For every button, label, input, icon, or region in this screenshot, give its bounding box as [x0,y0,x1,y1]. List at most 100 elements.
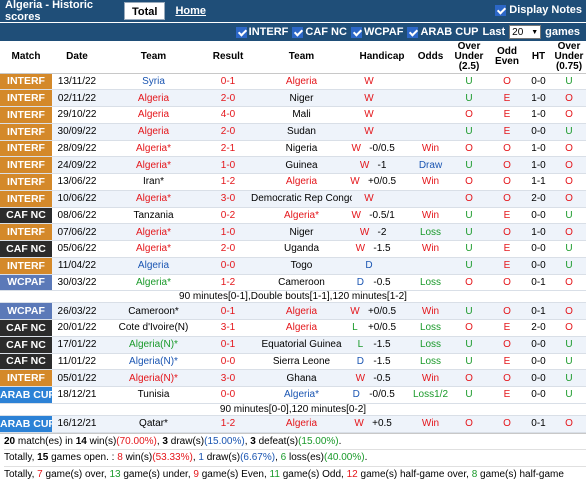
away-team[interactable]: Algeria* [251,386,352,404]
summary-segment: 12 [346,468,358,480]
away-team[interactable]: Togo [251,257,352,275]
half-time-score: 0-0 [525,386,552,404]
table-row[interactable]: INTERF 28/09/22 Algeria* 2-1 Nigeria W -0/0.5 W… [0,140,586,158]
match-score[interactable]: 3-0 [205,369,251,387]
home-team[interactable]: Cameroon* [102,302,205,320]
table-row[interactable]: INTERF 13/06/22 Iran* 1-2 Algeria W +0/0.5 Win O… [0,173,586,191]
table-row[interactable]: CAF NC 11/01/22 Algeria(N)* 0-0 Sierra Leone… [0,353,586,371]
filter-checkbox[interactable] [407,26,419,38]
match-score[interactable]: 0-0 [205,353,251,371]
match-score[interactable]: 2-0 [205,123,251,141]
home-team[interactable]: Iran* [102,173,205,191]
table-row[interactable]: INTERF 10/06/22 Algeria* 3-0 Democratic Rep … [0,190,586,208]
away-team[interactable]: Algeria [251,302,352,320]
match-score[interactable]: 1-0 [205,156,251,174]
table-row[interactable]: INTERF 11/04/22 Algeria 0-0 Togo D U E 0-0 U [0,257,586,275]
away-team[interactable]: Niger [251,223,352,241]
table-row[interactable]: ARAB CUP 16/12/21 Qatar* 1-2 Algeria W +0.5 Win… [0,415,586,433]
home-team[interactable]: Cote d'Ivoire(N) [102,319,205,337]
match-score[interactable]: 1-2 [205,415,251,433]
home-team[interactable]: Tunisia [102,386,205,404]
away-team[interactable]: Cameroon [251,274,352,292]
filter-wcpaf[interactable]: WCPAF [350,26,403,38]
away-team[interactable]: Sudan [251,123,352,141]
home-team[interactable]: Algeria* [102,240,205,258]
match-score[interactable]: 2-0 [205,240,251,258]
away-team[interactable]: Uganda [251,240,352,258]
away-team[interactable]: Sierra Leone [251,353,352,371]
home-team[interactable]: Algeria* [102,156,205,174]
home-team[interactable]: Algeria [102,106,205,124]
home-team[interactable]: Algeria(N)* [102,336,205,354]
home-team[interactable]: Algeria [102,89,205,107]
tab-total[interactable]: Total [124,2,166,20]
match-score[interactable]: 0-0 [205,257,251,275]
away-team[interactable]: Guinea [251,156,352,174]
away-team[interactable]: Ghana [251,369,352,387]
home-team[interactable]: Algeria* [102,140,205,158]
match-score[interactable]: 0-1 [205,73,251,91]
table-row[interactable]: CAF NC 17/01/22 Algeria(N)* 0-1 Equatorial G… [0,336,586,354]
table-row[interactable]: CAF NC 08/06/22 Tanzania 0-2 Algeria* W -0.5/1… [0,207,586,225]
match-score[interactable]: 0-1 [205,336,251,354]
match-score[interactable]: 4-0 [205,106,251,124]
away-team[interactable]: Equatorial Guinea [251,336,352,354]
away-team[interactable]: Niger [251,89,352,107]
filter-checkbox[interactable] [292,26,304,38]
handicap-value: W -0/0.5 [351,140,412,158]
match-type: INTERF [0,156,52,174]
home-team[interactable]: Algeria [102,123,205,141]
away-team[interactable]: Nigeria [251,140,352,158]
summary-segment: (53.33%) [152,452,193,463]
match-score[interactable]: 1-0 [205,223,251,241]
away-team[interactable]: Democratic Rep Congo [251,190,352,208]
match-score[interactable]: 1-2 [205,274,251,292]
match-score[interactable]: 2-0 [205,89,251,107]
away-team[interactable]: Algeria [251,319,352,337]
games-count-select[interactable]: 20 ▼ [509,25,542,39]
table-row[interactable]: INTERF 07/06/22 Algeria* 1-0 Niger W -2 Loss U O 1… [0,223,586,241]
match-score[interactable]: 1-2 [205,173,251,191]
table-row[interactable]: WCPAF 30/03/22 Algeria* 1-2 Cameroon D -0.5 Los… [0,274,586,292]
filter-interf[interactable]: INTERF [235,26,288,38]
table-row[interactable]: INTERF 24/09/22 Algeria* 1-0 Guinea W -1 Draw U O… [0,156,586,174]
filter-caf-nc[interactable]: CAF NC [292,26,347,38]
match-score[interactable]: 0-0 [205,386,251,404]
match-score[interactable]: 0-2 [205,207,251,225]
away-team[interactable]: Algeria [251,415,352,433]
display-notes-toggle[interactable]: Display Notes [495,4,582,16]
table-row[interactable]: ARAB CUP 18/12/21 Tunisia 0-0 Algeria* D -0/0.… [0,386,586,404]
match-score[interactable]: 2-1 [205,140,251,158]
home-team[interactable]: Qatar* [102,415,205,433]
home-team[interactable]: Algeria* [102,274,205,292]
filter-checkbox[interactable] [235,26,247,38]
home-team[interactable]: Algeria* [102,223,205,241]
away-team[interactable]: Algeria [251,73,352,91]
match-score[interactable]: 3-1 [205,319,251,337]
tab-home[interactable]: Home [175,5,206,17]
home-team[interactable]: Algeria* [102,190,205,208]
table-row[interactable]: CAF NC 20/01/22 Cote d'Ivoire(N) 3-1 Algeria… [0,319,586,337]
table-row[interactable]: INTERF 13/11/22 Syria 0-1 Algeria W U O 0-0 U [0,73,586,91]
table-row[interactable]: INTERF 05/01/22 Algeria(N)* 3-0 Ghana W -0.5 Wi… [0,369,586,387]
away-team[interactable]: Mali [251,106,352,124]
table-row[interactable]: INTERF 29/10/22 Algeria 4-0 Mali W O E 1-0 O [0,106,586,124]
away-team[interactable]: Algeria* [251,207,352,225]
away-team[interactable]: Algeria [251,173,352,191]
home-team[interactable]: Algeria [102,257,205,275]
home-team[interactable]: Tanzania [102,207,205,225]
odd-even-value: E [489,106,525,124]
home-team[interactable]: Algeria(N)* [102,353,205,371]
table-row[interactable]: WCPAF 26/03/22 Cameroon* 0-1 Algeria W +0/0.5 W… [0,302,586,320]
filter-checkbox[interactable] [350,26,362,38]
home-team[interactable]: Algeria(N)* [102,369,205,387]
table-row[interactable]: CAF NC 05/06/22 Algeria* 2-0 Uganda W -1.5 Win U… [0,240,586,258]
display-notes-checkbox[interactable] [495,4,507,16]
home-team[interactable]: Syria [102,73,205,91]
match-note-row: 90 minutes[0-1],Double bouts[1-1],120 mi… [0,290,586,304]
table-row[interactable]: INTERF 02/11/22 Algeria 2-0 Niger W U E 1-0 O [0,89,586,107]
filter-arab-cup[interactable]: ARAB CUP [407,26,479,38]
match-score[interactable]: 0-1 [205,302,251,320]
table-row[interactable]: INTERF 30/09/22 Algeria 2-0 Sudan W U E 0-0 U [0,123,586,141]
match-score[interactable]: 3-0 [205,190,251,208]
